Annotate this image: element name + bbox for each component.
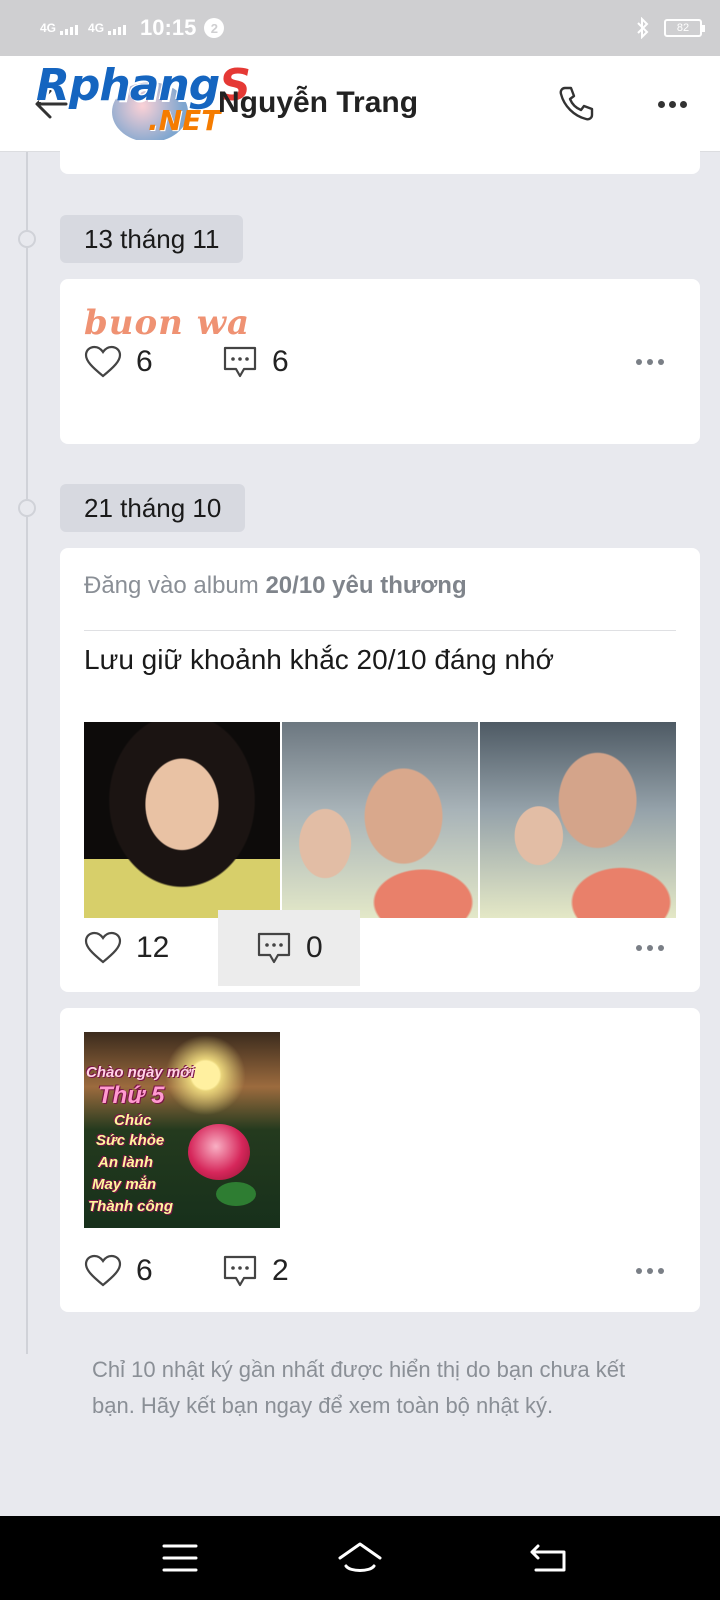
like-count: 6 [136,345,153,378]
like-button[interactable]: 12 [84,910,222,986]
logo-sub-text: .NET [148,104,221,137]
like-button[interactable]: 6 [84,324,222,400]
comment-icon [223,1255,257,1287]
heart-icon [84,345,122,378]
status-time: 10:15 [140,15,197,40]
signal-icon-2: 4G [88,21,127,35]
photo-thumbnail[interactable] [84,722,280,918]
like-count: 12 [136,931,170,964]
comment-button[interactable]: 0 [218,910,360,986]
greeting-line: May mắn [92,1176,157,1193]
comment-button[interactable]: 6 [222,324,362,400]
greeting-image[interactable]: Chào ngày mới Thứ 5 Chúc Sức khỏe An làn… [84,1032,280,1228]
bluetooth-icon [637,17,649,39]
heart-icon [84,931,122,964]
post-caption: Lưu giữ khoảnh khắc 20/10 đáng nhớ [84,644,554,675]
comment-count: 0 [306,931,323,964]
battery-icon: 82 [664,19,705,37]
phone-icon[interactable] [554,82,598,126]
post-card[interactable]: Đăng vào album 20/10 yêu thương Lưu giữ … [60,548,700,992]
menu-icon[interactable] [156,1536,204,1580]
home-icon[interactable] [336,1536,384,1580]
status-bar: 4G 4G 10:15 2 82 [0,0,720,56]
album-name-link[interactable]: 20/10 yêu thương [265,572,466,599]
page-title: Nguyễn Trang [218,86,419,119]
greeting-line: Thành công [88,1198,173,1215]
comment-count: 2 [272,1254,289,1287]
heart-icon [84,1254,122,1287]
notification-count-badge: 2 [204,18,225,38]
post-card[interactable]: buon wa 6 6 [60,279,700,444]
greeting-line: Thứ 5 [98,1082,165,1109]
leaf-graphic [216,1182,256,1206]
photo-thumbnail[interactable] [480,722,676,918]
comment-icon [223,346,257,378]
signal-icon-1: 4G [40,21,79,35]
comment-icon [257,932,291,964]
post-actions: 12 0 [84,910,700,986]
album-prefix: Đăng vào album [84,572,259,599]
timeline-dot [18,230,36,248]
system-nav-bar [0,1516,720,1600]
post-more-icon[interactable] [636,359,664,365]
divider [84,630,676,631]
greeting-line: Sức khỏe [96,1132,165,1149]
post-more-icon[interactable] [636,1268,664,1274]
photo-thumbnail[interactable] [282,722,478,918]
friend-limit-note: Chỉ 10 nhật ký gần nhất được hiển thị do… [92,1357,626,1418]
date-label: 13 tháng 11 [60,215,244,263]
post-card[interactable]: Chào ngày mới Thứ 5 Chúc Sức khỏe An làn… [60,1008,700,1312]
like-count: 6 [136,1254,153,1287]
greeting-line: An lành [98,1154,153,1171]
date-label: 21 tháng 10 [60,484,246,532]
photo-grid [84,722,676,918]
comment-count: 6 [272,345,289,378]
more-options-button[interactable] [650,82,694,126]
greeting-line: Chúc [114,1112,152,1129]
post-actions: 6 6 [84,327,700,397]
back-icon[interactable] [526,1536,574,1580]
previous-post-card [60,140,700,174]
greeting-line: Chào ngày mới [86,1064,195,1081]
post-actions: 6 2 [84,1236,700,1306]
rose-graphic [188,1124,250,1180]
app-header: RphangS .NET Nguyễn Trang [0,56,720,152]
timeline-line [26,152,28,1354]
post-more-icon[interactable] [636,945,664,951]
album-info: Đăng vào album 20/10 yêu thương [84,572,467,600]
like-button[interactable]: 6 [84,1233,222,1309]
timeline-dot [18,499,36,517]
comment-button[interactable]: 2 [222,1233,362,1309]
